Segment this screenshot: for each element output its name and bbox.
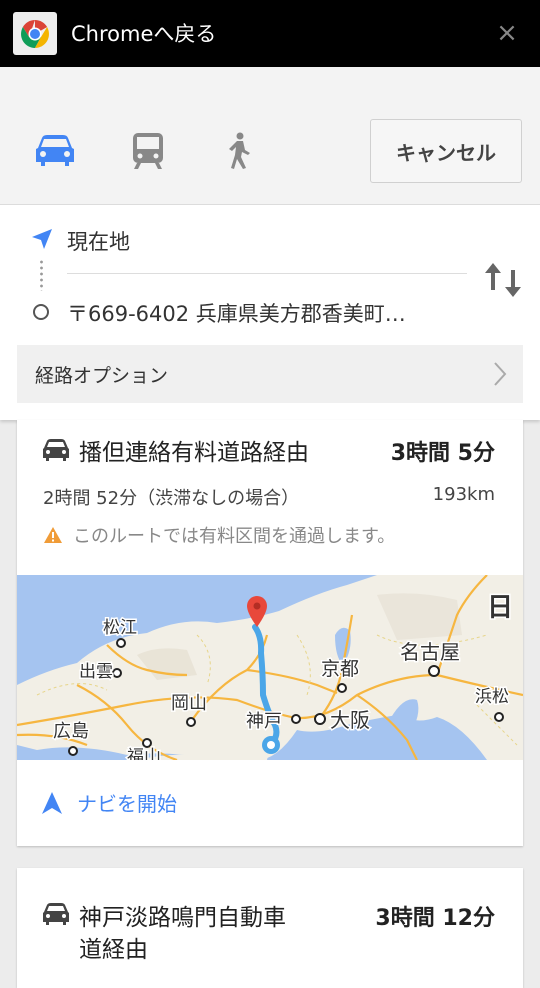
route-options-row[interactable]: 経路オプション	[17, 345, 523, 403]
map-label-kobe: 神戸	[246, 711, 282, 731]
destination-icon	[33, 304, 49, 320]
close-icon[interactable]: ×	[494, 17, 520, 49]
map-label-kyoto: 京都	[321, 658, 359, 680]
route-divider	[67, 273, 467, 274]
route-distance: 193km	[432, 484, 495, 505]
chrome-icon	[13, 12, 57, 55]
route-options-label: 経路オプション	[35, 364, 169, 387]
start-navigation-button[interactable]: ナビを開始	[41, 788, 177, 817]
start-navigation-label: ナビを開始	[77, 792, 177, 816]
map-label-hiroshima: 広島	[53, 721, 89, 741]
cancel-button[interactable]: キャンセル	[370, 119, 522, 183]
route-title-line2: 道経由	[79, 937, 148, 963]
transit-mode-icon[interactable]	[130, 131, 166, 171]
map-label-nihon: 日	[487, 592, 513, 622]
car-mode-icon[interactable]	[33, 131, 77, 171]
route-duration: 3時間 12分	[375, 906, 495, 931]
map-label-fukuyama: 福山	[127, 747, 161, 760]
route-connector-dots	[40, 259, 43, 291]
map-label-izumo: 出雲	[79, 662, 113, 681]
back-to-chrome-label[interactable]: Chromeへ戻る	[71, 18, 216, 48]
route-panel: 現在地 〒669-6402 兵庫県美方郡香美町… 経路オプション	[0, 205, 540, 420]
map-label-hamamatsu: 浜松	[475, 687, 509, 706]
map-label-nagoya: 名古屋	[400, 641, 460, 664]
travel-mode-bar: キャンセル	[0, 67, 540, 205]
current-location-icon	[32, 229, 52, 249]
car-icon	[43, 903, 69, 925]
origin-field[interactable]: 現在地	[67, 226, 130, 256]
map-label-osaka: 大阪	[330, 709, 370, 732]
back-to-chrome-bar[interactable]: Chromeへ戻る ×	[0, 0, 540, 67]
map-label-okayama: 岡山	[171, 693, 207, 713]
route-duration: 3時間 5分	[390, 441, 495, 466]
map-image: 松江 出雲 岡山 広島 福山 神戸 大阪 京都 名古屋 浜松 日	[17, 575, 523, 760]
route-title-line1: 神戸淡路鳴門自動車	[79, 905, 286, 931]
walk-mode-icon[interactable]	[224, 131, 254, 171]
car-icon	[43, 439, 69, 461]
route-card-1[interactable]: 播但連絡有料道路経由 3時間 5分 2時間 52分（渋滞なしの場合） 193km…	[17, 420, 523, 846]
warning-icon	[44, 527, 62, 543]
route-map[interactable]: 松江 出雲 岡山 広島 福山 神戸 大阪 京都 名古屋 浜松 日	[17, 575, 523, 760]
destination-field[interactable]: 〒669-6402 兵庫県美方郡香美町…	[67, 298, 406, 328]
map-label-matsue: 松江	[103, 618, 137, 637]
swap-direction-icon[interactable]	[483, 260, 523, 300]
route-title: 播但連絡有料道路経由	[79, 440, 309, 466]
route-duration-no-traffic: 2時間 52分（渋滞なしの場合）	[43, 488, 300, 509]
route-card-2[interactable]: 神戸淡路鳴門自動車 道経由 3時間 12分	[17, 868, 523, 988]
toll-warning-text: このルートでは有料区間を通過します。	[73, 526, 396, 547]
chevron-right-icon	[494, 362, 507, 386]
toll-warning: このルートでは有料区間を通過します。	[43, 522, 395, 548]
navigation-arrow-icon	[42, 791, 62, 814]
